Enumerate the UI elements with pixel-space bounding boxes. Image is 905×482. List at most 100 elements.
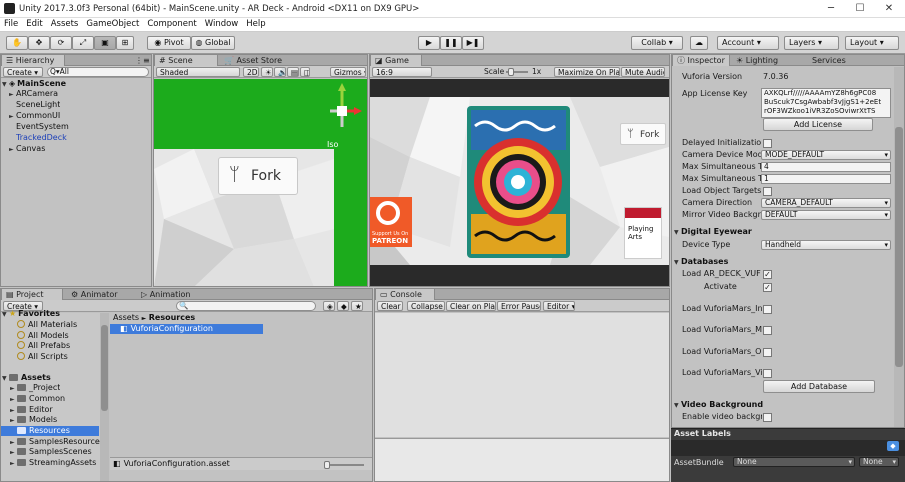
scene-projection-label[interactable]: Iso bbox=[327, 140, 338, 149]
favorite-item[interactable]: All Prefabs bbox=[17, 341, 70, 351]
assets-foldout[interactable]: ▼ Assets bbox=[2, 373, 51, 383]
tab-console[interactable]: ▭ Console bbox=[375, 289, 435, 300]
favorite-item[interactable]: All Materials bbox=[17, 320, 77, 330]
max-simultaneous-targets-input[interactable]: 4 bbox=[761, 162, 891, 172]
folder-item[interactable]: ► SamplesResource bbox=[10, 437, 100, 447]
hand-tool-icon[interactable]: ✋ bbox=[6, 36, 28, 50]
folder-item[interactable]: ► Editor bbox=[10, 405, 53, 415]
cloud-icon[interactable]: ☁ bbox=[690, 36, 708, 50]
expand-arrow-icon[interactable]: ► bbox=[9, 112, 16, 121]
databases-foldout[interactable]: ▼ Databases bbox=[674, 257, 728, 268]
load-db3-checkbox[interactable] bbox=[763, 348, 772, 357]
tab-lighting[interactable]: ☀ Lighting bbox=[732, 55, 794, 66]
icon-size-slider-thumb[interactable] bbox=[324, 461, 330, 469]
console-log-area[interactable] bbox=[375, 313, 669, 437]
scene-orientation-gizmo[interactable] bbox=[322, 81, 362, 141]
enable-video-background-checkbox[interactable] bbox=[763, 413, 772, 422]
expand-arrow-icon[interactable]: ▼ bbox=[2, 310, 9, 319]
folder-item[interactable]: ► Models bbox=[10, 415, 57, 425]
favorite-item[interactable]: All Scripts bbox=[17, 352, 68, 362]
menu-assets[interactable]: Assets bbox=[47, 18, 83, 29]
step-icon[interactable]: ▶❚ bbox=[462, 36, 484, 50]
rotate-tool-icon[interactable]: ⟳ bbox=[50, 36, 72, 50]
scene-fork-button[interactable]: ᛘ Fork bbox=[218, 157, 298, 195]
delayed-init-checkbox[interactable] bbox=[763, 139, 772, 148]
folder-item[interactable]: ► Common bbox=[10, 394, 65, 404]
activate-ar-deck-checkbox[interactable]: ✓ bbox=[763, 283, 772, 292]
video-background-foldout[interactable]: ▼ Video Background bbox=[674, 400, 763, 411]
effects-toggle-icon[interactable]: ▤ bbox=[287, 67, 299, 77]
menu-component[interactable]: Component bbox=[143, 18, 200, 29]
hierarchy-item[interactable]: ► Canvas bbox=[9, 144, 45, 154]
play-icon[interactable]: ▶ bbox=[418, 36, 440, 50]
rect-tool-icon[interactable]: ▣ bbox=[94, 36, 116, 50]
expand-arrow-icon[interactable]: ► bbox=[9, 90, 16, 99]
expand-arrow-icon[interactable]: ▼ bbox=[2, 374, 9, 383]
tab-services[interactable]: Services bbox=[808, 55, 862, 66]
camera-mode-dropdown[interactable]: MODE_DEFAULT bbox=[761, 150, 891, 160]
hierarchy-item[interactable]: ► ARCamera bbox=[9, 89, 58, 99]
scene-root[interactable]: ▼ ◈ MainScene bbox=[2, 79, 151, 89]
load-db2-checkbox[interactable] bbox=[763, 326, 772, 335]
tab-animator[interactable]: ⚙ Animator bbox=[67, 289, 133, 300]
expand-arrow-icon[interactable]: ▼ bbox=[2, 80, 9, 89]
layout-dropdown[interactable]: Layout ▾ bbox=[845, 36, 899, 50]
icon-size-slider[interactable] bbox=[324, 464, 364, 466]
global-button[interactable]: ◍ Global bbox=[191, 36, 235, 50]
expand-arrow-icon[interactable]: ▼ bbox=[674, 401, 681, 411]
collab-button[interactable]: Collab ▾ bbox=[631, 36, 683, 50]
filter-label-icon[interactable]: ◆ bbox=[337, 301, 349, 311]
menu-help[interactable]: Help bbox=[242, 18, 269, 29]
game-fork-button[interactable]: ᛘ Fork bbox=[620, 123, 666, 145]
add-database-button[interactable]: Add Database bbox=[763, 380, 875, 393]
tab-hierarchy[interactable]: ☰ Hierarchy bbox=[1, 55, 65, 66]
2d-toggle[interactable]: 2D bbox=[243, 67, 259, 77]
tab-game[interactable]: ◪ Game bbox=[370, 55, 422, 66]
menu-window[interactable]: Window bbox=[201, 18, 243, 29]
maximize-icon[interactable]: ☐ bbox=[849, 2, 871, 16]
lighting-toggle-icon[interactable]: ☀ bbox=[261, 67, 273, 77]
console-clear-button[interactable]: Clear bbox=[377, 301, 403, 311]
inspector-scroll-thumb[interactable] bbox=[895, 127, 903, 367]
transform-tool-icon[interactable]: ⊞ bbox=[116, 36, 134, 50]
scene-viewport[interactable]: ᛘ Fork Iso bbox=[154, 79, 367, 286]
clear-on-play-toggle[interactable]: Clear on Play bbox=[446, 301, 496, 311]
favorites-foldout[interactable]: ▼ ★ Favorites bbox=[2, 309, 60, 319]
close-icon[interactable]: ✕ bbox=[878, 2, 900, 16]
hierarchy-item[interactable]: EventSystem bbox=[9, 122, 69, 132]
expand-arrow-icon[interactable]: ► bbox=[9, 145, 16, 154]
pivot-button[interactable]: ◉ Pivot bbox=[147, 36, 191, 50]
account-dropdown[interactable]: Account ▾ bbox=[717, 36, 779, 50]
console-editor-dropdown[interactable]: Editor ▾ bbox=[543, 301, 575, 311]
patreon-badge[interactable]: Support Us On PATREON bbox=[370, 197, 412, 247]
expand-arrow-icon[interactable]: ▼ bbox=[674, 228, 681, 238]
load-object-targets-checkbox[interactable] bbox=[763, 187, 772, 196]
folder-tree-scrollbar[interactable] bbox=[100, 313, 109, 481]
camera-direction-dropdown[interactable]: CAMERA_DEFAULT bbox=[761, 198, 891, 208]
device-type-dropdown[interactable]: Handheld bbox=[761, 240, 891, 250]
audio-toggle-icon[interactable]: 🔊 bbox=[274, 67, 286, 77]
load-ar-deck-checkbox[interactable]: ✓ bbox=[763, 270, 772, 279]
load-db4-checkbox[interactable] bbox=[763, 369, 772, 378]
menu-edit[interactable]: Edit bbox=[22, 18, 46, 29]
hierarchy-item[interactable]: TrackedDeck bbox=[9, 133, 67, 143]
scale-slider-thumb[interactable] bbox=[508, 68, 514, 76]
hierarchy-item[interactable]: ► CommonUI bbox=[9, 111, 60, 121]
inspector-scrollbar[interactable] bbox=[894, 67, 904, 427]
minimize-icon[interactable]: ─ bbox=[820, 2, 842, 16]
favorite-star-icon[interactable]: ★ bbox=[351, 301, 363, 311]
breadcrumb-resources[interactable]: Resources bbox=[149, 313, 195, 322]
folder-item[interactable]: ► _Project bbox=[10, 383, 60, 393]
folder-tree-scroll-thumb[interactable] bbox=[101, 325, 108, 411]
move-tool-icon[interactable]: ✥ bbox=[28, 36, 50, 50]
folder-item[interactable]: ► StreamingAssets bbox=[10, 458, 96, 468]
maximize-on-play-toggle[interactable]: Maximize On Play bbox=[554, 67, 620, 77]
aspect-dropdown[interactable]: 16:9 bbox=[372, 67, 432, 77]
tab-animation[interactable]: ▷ Animation bbox=[137, 289, 207, 300]
camera-icon[interactable]: ◫ bbox=[300, 67, 310, 77]
asset-bundle-dropdown[interactable]: None bbox=[733, 457, 855, 467]
panel-menu-icon[interactable]: ⋮≡ bbox=[131, 55, 151, 66]
hierarchy-item[interactable]: SceneLight bbox=[9, 100, 60, 110]
menu-file[interactable]: File bbox=[0, 18, 22, 29]
gizmos-dropdown[interactable]: Gizmos ▾ bbox=[330, 67, 366, 77]
